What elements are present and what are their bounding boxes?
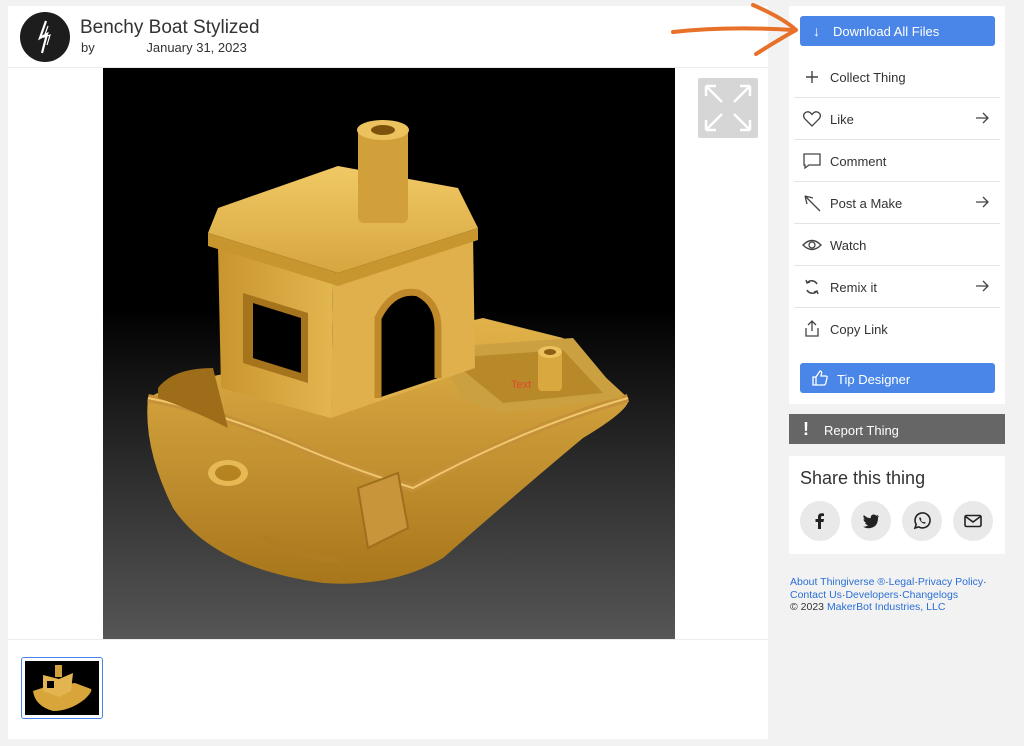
expand-icon [704,84,752,132]
model-overlay-text: Text [511,379,531,391]
thing-header: Benchy Boat Stylized by January 31, 2023 [8,6,768,68]
footer-link-legal[interactable]: Legal [889,576,915,588]
designer-avatar[interactable] [20,12,70,62]
designer-logo-icon [37,20,51,54]
share-twitter-button[interactable] [851,501,891,541]
facebook-icon [815,513,824,529]
thing-date: January 31, 2023 [146,40,247,55]
like-label: Like [830,112,854,127]
footer-line-1: About Thingiverse ®·Legal·Privacy Policy… [790,576,987,588]
actions-card: ↓ Download All Files Collect Thing Like … [789,6,1005,404]
by-label: by [81,40,95,55]
arrow-right-icon [976,196,989,208]
thumbnail-image [25,661,99,715]
report-thing-label: Report Thing [824,423,899,438]
share-upload-icon [805,320,819,337]
twitter-icon [863,514,879,529]
remix-it-label: Remix it [830,280,877,295]
tip-designer-button[interactable]: Tip Designer [800,363,995,393]
copy-link-label: Copy Link [830,322,888,337]
collect-thing-label: Collect Thing [830,70,906,85]
comment-label: Comment [830,154,887,169]
footer: About Thingiverse ®·Legal·Privacy Policy… [790,576,1022,614]
comment-button[interactable]: Comment [794,140,1000,182]
footer-link-company[interactable]: MakerBot Industries, LLC [827,601,945,613]
pencil-icon [804,195,821,212]
footer-link-contact[interactable]: Contact Us [790,589,842,601]
share-whatsapp-button[interactable] [902,501,942,541]
tip-designer-label: Tip Designer [837,372,911,387]
remix-it-button[interactable]: Remix it [794,266,1000,308]
benchy-model-image: Text [147,120,630,584]
share-card: Share this thing [789,456,1005,554]
download-all-files-button[interactable]: ↓ Download All Files [800,16,995,46]
thing-byline: by January 31, 2023 [81,40,247,55]
arrow-right-icon [976,112,989,124]
watch-button[interactable]: Watch [794,224,1000,266]
thumbnail-1[interactable] [21,657,103,719]
copy-link-button[interactable]: Copy Link [794,308,1000,350]
thing-title: Benchy Boat Stylized [80,17,260,38]
footer-link-changelogs[interactable]: Changelogs [902,589,958,601]
exclamation-icon: ! [803,419,809,439]
download-button-label: Download All Files [833,24,940,39]
heart-icon [802,111,822,127]
plus-icon [806,71,818,83]
annotation-arrow [671,3,798,56]
post-a-make-label: Post a Make [830,196,903,211]
share-email-button[interactable] [953,501,993,541]
thing-main-card: Benchy Boat Stylized by January 31, 2023 [8,6,768,739]
watch-label: Watch [830,238,867,253]
post-a-make-button[interactable]: Post a Make [794,182,1000,224]
like-button[interactable]: Like [794,98,1000,140]
email-icon [964,514,982,528]
fullscreen-button[interactable] [698,78,758,138]
share-title: Share this thing [800,468,926,488]
eye-icon [802,239,822,251]
copyright-text: © 2023 [790,601,825,613]
collect-thing-button[interactable]: Collect Thing [794,56,1000,98]
download-arrow-icon: ↓ [813,23,820,39]
footer-link-privacy[interactable]: Privacy Policy [918,576,983,588]
report-thing-button[interactable]: ! Report Thing [789,414,1005,444]
footer-link-developers[interactable]: Developers [845,589,898,601]
footer-line-2: Contact Us·Developers·Changelogs [790,588,959,601]
whatsapp-icon [913,512,931,530]
remix-icon [805,279,819,295]
comment-icon [803,153,821,170]
thumbnail-strip [8,639,768,739]
share-facebook-button[interactable] [800,501,840,541]
footer-link-about[interactable]: About Thingiverse ® [790,576,885,588]
arrow-right-icon [976,280,989,292]
thumbs-up-icon [812,370,828,386]
model-image-viewer[interactable]: Text [103,68,675,639]
footer-line-3: © 2023 MakerBot Industries, LLC [790,601,1022,614]
